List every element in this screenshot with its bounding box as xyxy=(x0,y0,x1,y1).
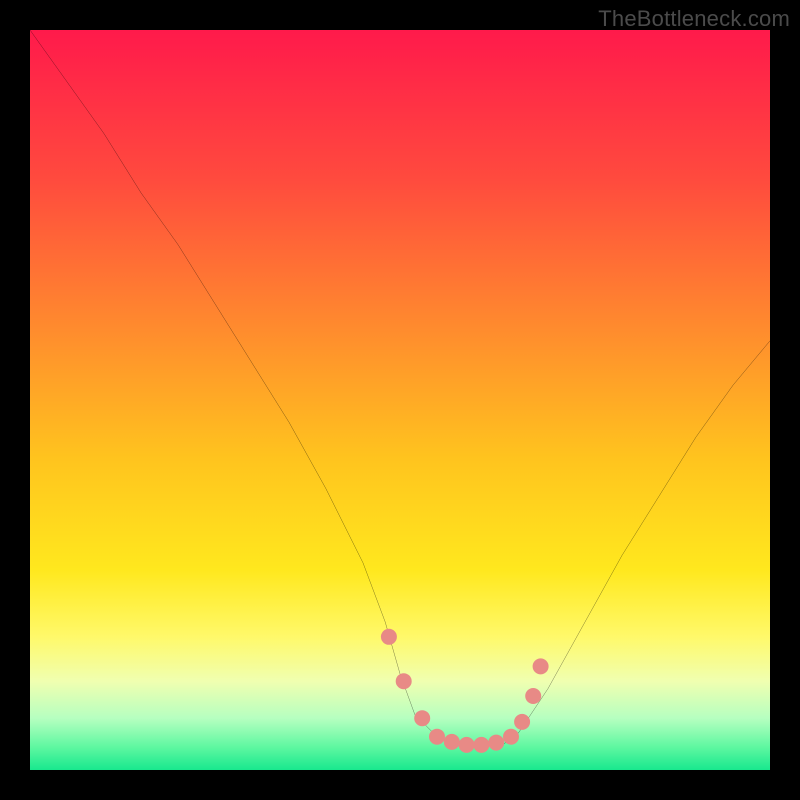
chart-frame: TheBottleneck.com xyxy=(0,0,800,800)
data-marker xyxy=(444,734,460,750)
watermark-text: TheBottleneck.com xyxy=(598,6,790,32)
data-marker xyxy=(459,737,475,753)
data-marker xyxy=(396,673,412,689)
data-marker xyxy=(488,735,504,751)
data-marker xyxy=(503,729,519,745)
data-marker xyxy=(533,658,549,674)
data-marker xyxy=(514,714,530,730)
bottleneck-chart xyxy=(30,30,770,770)
plot-background xyxy=(30,30,770,770)
data-marker xyxy=(414,710,430,726)
data-marker xyxy=(381,629,397,645)
data-marker xyxy=(473,737,489,753)
data-marker xyxy=(429,729,445,745)
data-marker xyxy=(525,688,541,704)
